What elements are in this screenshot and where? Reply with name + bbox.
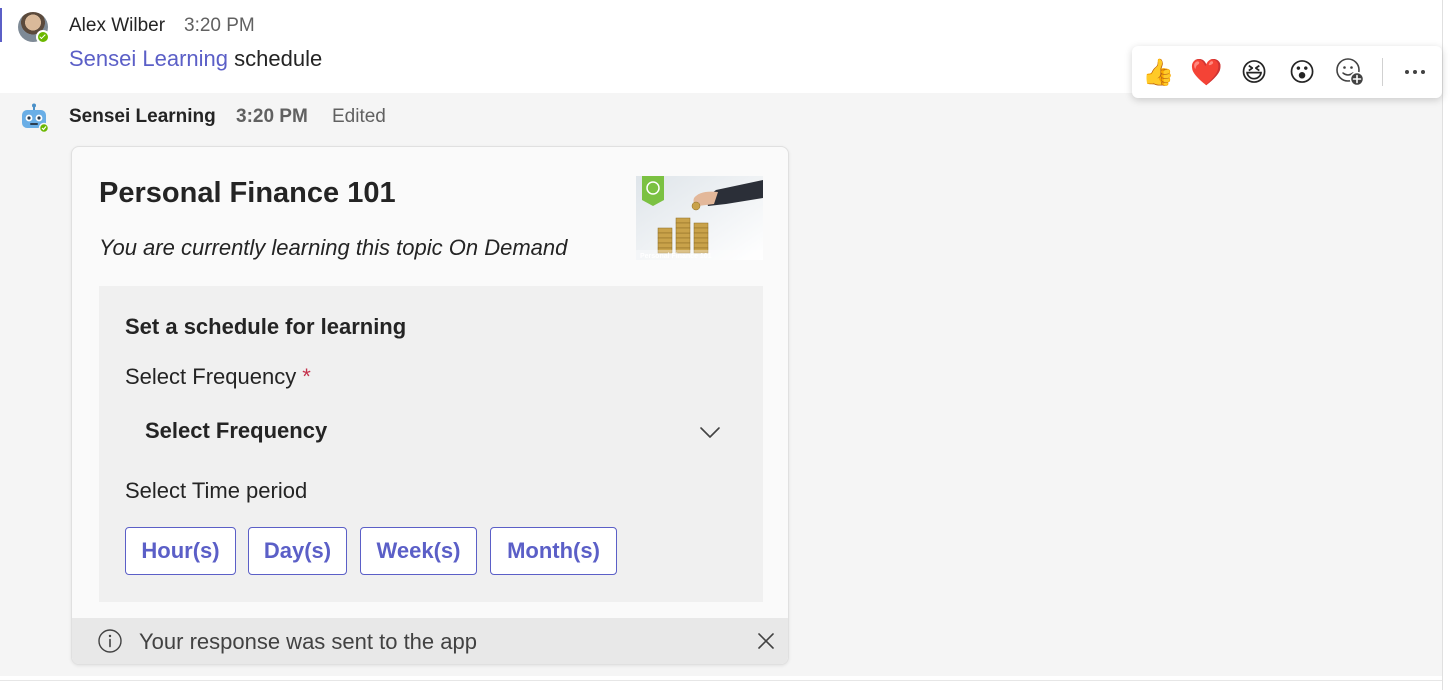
message-timestamp: 3:20 PM <box>236 106 308 127</box>
more-options-icon[interactable] <box>1400 62 1430 82</box>
message-timestamp: 3:20 PM <box>184 15 255 36</box>
thumbnail-caption: Personal Finance 101 <box>640 253 712 260</box>
course-thumbnail-image: Personal Finance 101 <box>636 176 763 260</box>
frequency-label-text: Select Frequency <box>125 364 297 389</box>
scroll-edge <box>1442 0 1443 690</box>
hours-button[interactable]: Hour(s) <box>125 527 236 575</box>
info-icon <box>98 629 122 653</box>
surprised-icon[interactable]: 😮 <box>1286 56 1318 88</box>
message-body: Sensei Learning schedule <box>69 46 322 72</box>
required-marker: * <box>302 364 311 389</box>
bot-message: Sensei Learning 3:20 PM Edited Personal … <box>0 93 1442 676</box>
close-icon[interactable] <box>756 631 776 651</box>
days-button[interactable]: Day(s) <box>248 527 347 575</box>
heart-icon[interactable]: ❤️ <box>1190 56 1222 88</box>
thumbs-up-icon[interactable]: 👍 <box>1142 56 1174 88</box>
card-subtitle: You are currently learning this topic On… <box>99 235 568 260</box>
weeks-button[interactable]: Week(s) <box>360 527 477 575</box>
time-period-label: Select Time period <box>125 478 308 503</box>
avatar[interactable] <box>18 12 50 44</box>
unread-indicator <box>0 8 2 42</box>
divider <box>0 680 1442 681</box>
bot-avatar-icon[interactable] <box>19 103 49 133</box>
months-button[interactable]: Month(s) <box>490 527 617 575</box>
edited-label: Edited <box>332 106 386 127</box>
bot-mention-link[interactable]: Sensei Learning <box>69 46 228 71</box>
schedule-form: Set a schedule for learning Select Frequ… <box>99 286 763 602</box>
response-status-bar: Your response was sent to the app <box>72 618 788 664</box>
add-reaction-icon[interactable] <box>1334 56 1366 88</box>
card-title: Personal Finance 101 <box>99 177 396 209</box>
adaptive-card: Personal Finance 101 You are currently l… <box>71 146 789 665</box>
presence-available-icon <box>36 30 50 44</box>
message-author: Alex Wilber <box>69 15 166 36</box>
frequency-dropdown[interactable]: Select Frequency <box>125 402 737 460</box>
schedule-heading: Set a schedule for learning <box>125 314 407 339</box>
status-message: Your response was sent to the app <box>139 629 477 654</box>
frequency-label: Select Frequency * <box>125 364 311 390</box>
reaction-bar: 👍 ❤️ 😆 😮 <box>1132 46 1442 98</box>
teams-chat-view: Alex Wilber 3:20 PM Sensei Learning sche… <box>0 0 1454 690</box>
frequency-dropdown-value: Select Frequency <box>145 418 328 443</box>
message-text: schedule <box>234 46 323 71</box>
message-author: Sensei Learning <box>69 106 216 127</box>
chevron-down-icon <box>700 427 720 438</box>
laugh-icon[interactable]: 😆 <box>1238 56 1270 88</box>
reaction-divider <box>1382 58 1383 86</box>
